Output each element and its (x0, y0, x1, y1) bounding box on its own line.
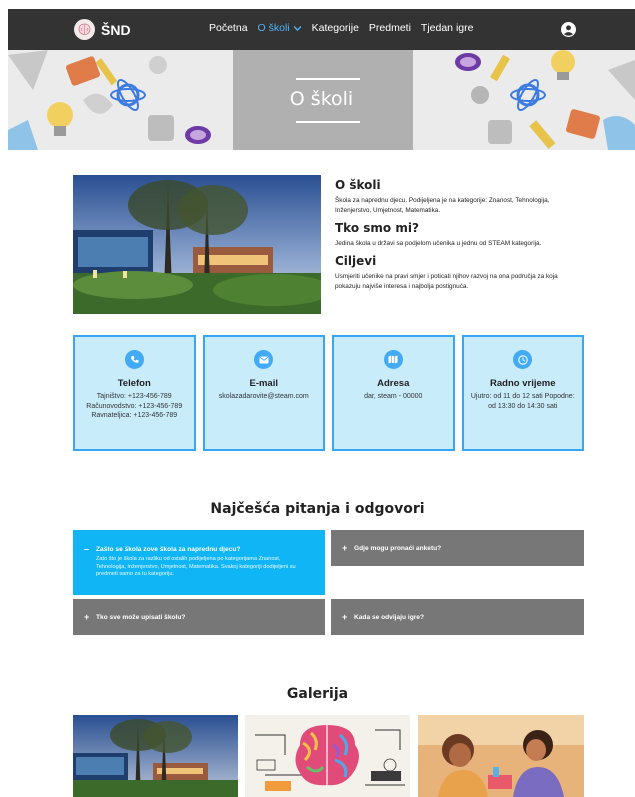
card-title: E-mail (249, 378, 278, 389)
faq-question-text: Kada se odvijaju igre? (354, 613, 424, 621)
faq-item[interactable]: + Gdje mogu pronaći anketu? (331, 530, 584, 566)
brand[interactable]: ŠND (74, 18, 131, 41)
school-building-photo (73, 175, 321, 314)
faq-question: – Zašto se škola zove škola za naprednu … (73, 544, 325, 554)
faq-item-open[interactable]: – Zašto se škola zove škola za naprednu … (73, 530, 325, 595)
minus-icon: – (84, 544, 90, 554)
phone-icon (124, 350, 144, 369)
card-title: Telefon (117, 378, 151, 389)
nav-links: Početna O školi Kategorije Predmeti Tjed… (209, 22, 483, 34)
plus-icon: + (342, 543, 348, 553)
map-icon (383, 350, 403, 369)
gallery-image-brain[interactable] (245, 715, 410, 797)
user-circle-icon[interactable] (561, 22, 576, 37)
faq-item[interactable]: + Kada se odvijaju igre? (331, 599, 584, 635)
faq-question: + Tko sve može upisati školu? (73, 612, 325, 622)
faq-question-text: Gdje mogu pronaći anketu? (354, 544, 442, 552)
card-telefon: Telefon Tajništvo: +123-456-789 Računovo… (73, 335, 196, 451)
faq-question: + Kada se odvijaju igre? (331, 612, 584, 622)
navbar: ŠND Početna O školi Kategorije Predmeti … (8, 9, 635, 50)
card-title: Radno vrijeme (490, 378, 556, 389)
card-text: skolazadarovite@steam.com (218, 393, 309, 400)
plus-icon: + (84, 612, 90, 622)
plus-icon: + (342, 612, 348, 622)
who-text: Jedina škola u državi sa podjelom učenik… (335, 240, 542, 247)
faq-item[interactable]: + Tko sve može upisati školu? (73, 599, 325, 635)
faq-title: Najčešća pitanja i odgovori (210, 501, 425, 517)
nav-link-o-skoli[interactable]: O školi (258, 22, 302, 34)
brain-icon (74, 19, 95, 40)
nav-link-kategorije[interactable]: Kategorije (312, 22, 359, 34)
info-cards: Telefon Tajništvo: +123-456-789 Računovo… (73, 335, 584, 451)
gallery-title: Galerija (286, 686, 349, 702)
nav-link-tjedan-igre[interactable]: Tjedan igre (421, 22, 474, 34)
faq-question: + Gdje mogu pronaći anketu? (331, 543, 584, 553)
faq-question-text: Tko sve može upisati školu? (96, 613, 186, 621)
hero-line-bottom (296, 121, 360, 123)
card-text: dar, steam - 00000 (364, 393, 423, 400)
brand-name: ŠND (101, 21, 131, 38)
about-heading: O školi (335, 178, 381, 192)
hero-banner: O školi (8, 50, 635, 150)
faq-question-text: Zašto se škola zove škola za naprednu dj… (96, 545, 241, 553)
card-email: E-mail skolazadarovite@steam.com (202, 335, 325, 451)
card-text: Ujutro: od 11 do 12 sati Popodne: od 13:… (470, 393, 575, 410)
nav-link-o-skoli-label: O školi (257, 22, 290, 34)
card-adresa: Adresa dar, steam - 00000 (332, 335, 455, 451)
faq-answer: Zato što je škola za razliku od ostalih … (96, 556, 296, 577)
chevron-down-icon (293, 25, 302, 31)
goals-text: Usmjeriti učenike na pravi smjer i potic… (335, 273, 558, 290)
card-radno-vrijeme: Radno vrijeme Ujutro: od 11 do 12 sati P… (461, 335, 584, 451)
card-title: Adresa (377, 378, 410, 389)
envelope-icon (254, 350, 274, 369)
gallery-image-school[interactable] (73, 715, 238, 797)
nav-link-pocetna[interactable]: Početna (209, 22, 248, 34)
about-section: O školi Škola za naprednu djecu. Podijel… (335, 178, 585, 297)
who-heading: Tko smo mi? (335, 221, 419, 235)
clock-icon (513, 350, 533, 369)
page-title: O školi (289, 88, 354, 110)
card-text: Tajništvo: +123-456-789 Računovodstvo: +… (86, 393, 183, 419)
hero-line-top (296, 78, 360, 80)
about-text: Škola za naprednu djecu. Podijeljena je … (335, 197, 550, 214)
nav-link-predmeti[interactable]: Predmeti (369, 22, 411, 34)
top-strip (0, 0, 635, 9)
goals-heading: Ciljevi (335, 254, 377, 268)
gallery-image-kids[interactable] (418, 715, 584, 797)
